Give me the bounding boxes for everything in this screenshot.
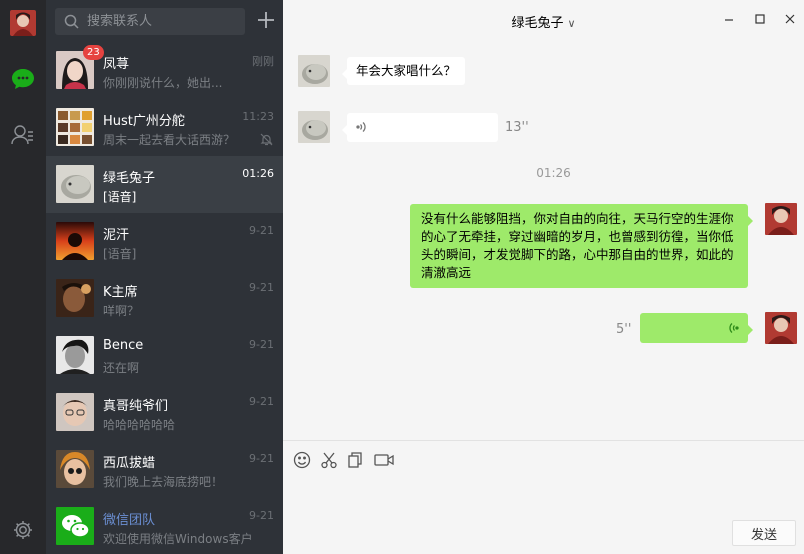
- chat-preview: 你刚刚说什么，她出...: [103, 76, 223, 90]
- search-box[interactable]: [55, 8, 245, 35]
- chat-preview: [语音]: [103, 247, 137, 261]
- chat-name: 泥汗: [103, 228, 130, 243]
- message-timestamp: 01:26: [536, 166, 571, 180]
- chat-time: 9-21: [249, 224, 274, 237]
- avatar: [56, 336, 94, 374]
- chat-preview: 哈哈哈哈哈哈: [103, 418, 176, 432]
- avatar: [56, 222, 94, 260]
- chat-name: 微信团队: [103, 513, 156, 528]
- chat-list: 23 凤荨 你刚刚说什么，她出... 刚刚 Hust广州分舵 周末一起去看大话西…: [46, 42, 283, 554]
- chat-item[interactable]: Hust广州分舵 周末一起去看大话西游？ 11:23: [46, 99, 283, 156]
- chat-preview: 我们晚上去海底捞吧！: [103, 475, 224, 489]
- minimize-icon[interactable]: [722, 12, 736, 26]
- sender-avatar[interactable]: [298, 111, 330, 143]
- unread-badge: 23: [83, 45, 104, 60]
- avatar: [56, 393, 94, 431]
- avatar: [56, 279, 94, 317]
- screenshot-icon[interactable]: [320, 451, 338, 473]
- chat-time: 刚刚: [252, 55, 274, 68]
- voice-message-outgoing[interactable]: [640, 313, 753, 343]
- chat-time: 9-21: [249, 338, 274, 351]
- nav-rail: [0, 0, 46, 554]
- voice-wave-icon: [355, 120, 369, 139]
- contacts-icon[interactable]: [0, 123, 46, 147]
- close-icon[interactable]: [783, 12, 797, 26]
- chat-name: Bence: [103, 338, 144, 353]
- chat-time: 9-21: [249, 452, 274, 465]
- chat-time: 9-21: [249, 509, 274, 522]
- send-button[interactable]: 发送: [732, 520, 796, 546]
- my-message-avatar[interactable]: [765, 203, 797, 235]
- chat-time: 9-21: [249, 395, 274, 408]
- search-input[interactable]: [87, 8, 237, 35]
- chat-preview: 还在啊: [103, 361, 140, 375]
- message-input-area[interactable]: 发送: [283, 440, 804, 554]
- avatar: [56, 165, 94, 203]
- chat-preview: [语音]: [103, 190, 137, 204]
- title-bar: 绿毛兔子 ∨: [283, 0, 804, 40]
- message-bubble-incoming[interactable]: 年会大家唱什么？: [341, 57, 466, 85]
- my-avatar[interactable]: [10, 10, 36, 36]
- chat-preview: 欢迎使用微信Windows客户端...: [103, 532, 253, 546]
- maximize-icon[interactable]: [753, 12, 767, 26]
- chat-list-panel: 23 凤荨 你刚刚说什么，她出... 刚刚 Hust广州分舵 周末一起去看大话西…: [46, 0, 283, 554]
- message-bubble-outgoing[interactable]: 没有什么能够阻挡，你对自由的向往，天马行空的生涯你的心了无牵挂，穿过幽暗的岁月，…: [410, 204, 753, 288]
- settings-icon[interactable]: [0, 519, 46, 541]
- chat-time: 11:23: [242, 110, 274, 123]
- chat-item[interactable]: 真哥纯爷们 哈哈哈哈哈哈 9-21: [46, 384, 283, 441]
- video-call-icon[interactable]: [373, 451, 395, 473]
- chat-item[interactable]: 西瓜拔蜡 我们晚上去海底捞吧！ 9-21: [46, 441, 283, 498]
- chat-name: K主席: [103, 285, 138, 300]
- avatar: [56, 450, 94, 488]
- chat-time: 01:26: [242, 167, 274, 180]
- chat-item[interactable]: Bence 还在啊 9-21: [46, 327, 283, 384]
- message-text: 年会大家唱什么？: [356, 63, 457, 78]
- sender-avatar[interactable]: [298, 55, 330, 87]
- chat-name: Hust广州分舵: [103, 114, 185, 129]
- conversation-title-text: 绿毛兔子: [511, 16, 564, 31]
- message-text: 没有什么能够阻挡，你对自由的向往，天马行空的生涯你的心了无牵挂，穿过幽暗的岁月，…: [421, 211, 734, 280]
- voice-wave-icon: [726, 321, 740, 340]
- chat-preview: 咩啊？: [103, 304, 140, 318]
- file-icon[interactable]: [346, 451, 364, 473]
- chat-name: 绿毛兔子: [103, 171, 156, 186]
- voice-duration: 13'': [505, 120, 529, 135]
- my-message-avatar[interactable]: [765, 312, 797, 344]
- chat-item[interactable]: K主席 咩啊？ 9-21: [46, 270, 283, 327]
- avatar: [56, 507, 94, 545]
- chevron-down-icon: ∨: [567, 17, 576, 30]
- add-chat-button[interactable]: [256, 10, 276, 32]
- chat-name: 凤荨: [103, 57, 130, 72]
- conversation-pane: 绿毛兔子 ∨ 年会大家唱什么？ 13'' 01:26 没有什么能够阻挡，你对自由的…: [283, 0, 804, 554]
- voice-duration: 5'': [616, 322, 632, 337]
- chat-time: 9-21: [249, 281, 274, 294]
- chat-item[interactable]: 微信团队 欢迎使用微信Windows客户端... 9-21: [46, 498, 283, 554]
- chat-item-selected[interactable]: 绿毛兔子 [语音] 01:26: [46, 156, 283, 213]
- avatar: [56, 108, 94, 146]
- search-icon: [64, 14, 79, 33]
- chat-name: 西瓜拔蜡: [103, 456, 156, 471]
- chat-item[interactable]: 23 凤荨 你刚刚说什么，她出... 刚刚: [46, 42, 283, 99]
- emoji-icon[interactable]: [293, 451, 311, 473]
- voice-message-incoming[interactable]: [342, 113, 498, 142]
- mute-icon: [260, 133, 273, 150]
- chat-icon[interactable]: [0, 67, 46, 91]
- chat-preview: 周末一起去看大话西游？: [103, 133, 236, 147]
- chat-item[interactable]: 泥汗 [语音] 9-21: [46, 213, 283, 270]
- chat-name: 真哥纯爷们: [103, 399, 169, 414]
